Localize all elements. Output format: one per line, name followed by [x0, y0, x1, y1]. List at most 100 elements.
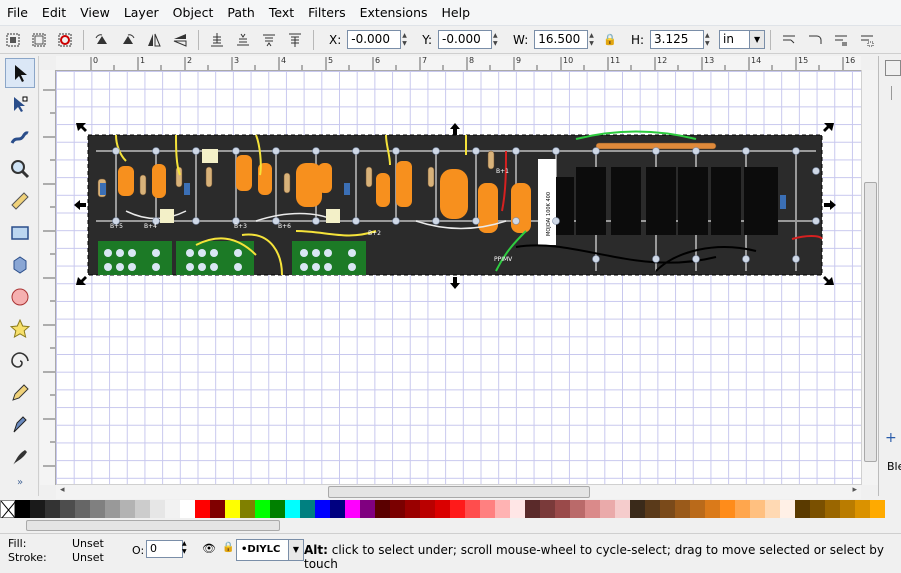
- color-swatch[interactable]: [75, 500, 90, 518]
- chevron-down-icon[interactable]: ▼: [288, 540, 303, 560]
- rotate-ccw-icon[interactable]: [91, 29, 113, 51]
- color-swatch[interactable]: [840, 500, 855, 518]
- color-swatch[interactable]: [45, 500, 60, 518]
- more-tools-icon[interactable]: »: [5, 474, 35, 490]
- color-swatch[interactable]: [315, 500, 330, 518]
- tweak-tool-icon[interactable]: [5, 122, 35, 152]
- color-swatch[interactable]: [525, 500, 540, 518]
- menu-object[interactable]: Object: [166, 0, 221, 25]
- color-swatch[interactable]: [540, 500, 555, 518]
- color-swatch[interactable]: [330, 500, 345, 518]
- color-swatch[interactable]: [585, 500, 600, 518]
- color-swatch[interactable]: [705, 500, 720, 518]
- menu-view[interactable]: View: [73, 0, 117, 25]
- color-swatch[interactable]: [480, 500, 495, 518]
- color-swatch[interactable]: [810, 500, 825, 518]
- color-swatch[interactable]: [435, 500, 450, 518]
- h-spinner[interactable]: ▲ ▼: [705, 30, 715, 49]
- color-swatch[interactable]: [120, 500, 135, 518]
- spin-up-icon[interactable]: ▲: [493, 32, 503, 40]
- opacity-spinner[interactable]: ▲ ▼: [182, 540, 187, 556]
- calligraphy-tool-icon[interactable]: [5, 442, 35, 472]
- spin-down-icon[interactable]: ▼: [402, 40, 412, 48]
- y-input[interactable]: -0.000: [438, 30, 493, 49]
- color-swatch[interactable]: [90, 500, 105, 518]
- color-swatch[interactable]: [660, 500, 675, 518]
- spin-up-icon[interactable]: ▲: [402, 32, 412, 40]
- y-spinner[interactable]: ▲ ▼: [493, 30, 503, 49]
- color-swatch[interactable]: [405, 500, 420, 518]
- pencil-tool-icon[interactable]: [5, 378, 35, 408]
- measure-tool-icon[interactable]: [5, 186, 35, 216]
- color-swatch[interactable]: [165, 500, 180, 518]
- color-palette[interactable]: [0, 500, 901, 519]
- flip-vertical-icon[interactable]: [169, 29, 191, 51]
- scroll-left-icon[interactable]: ◂: [60, 485, 65, 495]
- color-swatch[interactable]: [465, 500, 480, 518]
- scale-corners-icon[interactable]: [804, 29, 826, 51]
- color-swatch[interactable]: [825, 500, 840, 518]
- transform-gradients-icon[interactable]: [830, 29, 852, 51]
- color-swatch[interactable]: [690, 500, 705, 518]
- lower-icon[interactable]: [232, 29, 254, 51]
- select-all-layers-icon[interactable]: [28, 29, 50, 51]
- deselect-icon[interactable]: [54, 29, 76, 51]
- palette-scrollbar[interactable]: [0, 518, 901, 532]
- spin-up-icon[interactable]: ▲: [705, 32, 715, 40]
- color-swatch[interactable]: [255, 500, 270, 518]
- opacity-input[interactable]: 0: [146, 540, 183, 558]
- lower-to-bottom-icon[interactable]: [206, 29, 228, 51]
- lock-ratio-icon[interactable]: 🔒: [603, 33, 617, 46]
- menu-path[interactable]: Path: [220, 0, 261, 25]
- color-swatch[interactable]: [225, 500, 240, 518]
- spiral-tool-icon[interactable]: [5, 346, 35, 376]
- color-swatch[interactable]: [795, 500, 810, 518]
- rotate-cw-icon[interactable]: [117, 29, 139, 51]
- stroke-value[interactable]: Unset: [72, 551, 104, 564]
- chevron-down-icon[interactable]: ▼: [749, 31, 765, 48]
- color-swatch[interactable]: [870, 500, 885, 518]
- palette-scroll-thumb[interactable]: [26, 520, 280, 531]
- color-swatch[interactable]: [420, 500, 435, 518]
- x-spinner[interactable]: ▲ ▼: [402, 30, 412, 49]
- spin-up-icon[interactable]: ▲: [589, 32, 599, 40]
- fill-value[interactable]: Unset: [72, 537, 104, 550]
- color-swatch[interactable]: [300, 500, 315, 518]
- circuit-board-drawing[interactable]: B+5 B+4 B+3 B+6 B+2 B+1 PPIMV MOJOAI 100…: [56, 71, 861, 484]
- color-swatch[interactable]: [60, 500, 75, 518]
- color-swatch[interactable]: [180, 500, 195, 518]
- w-input[interactable]: 16.500: [534, 30, 589, 49]
- color-swatch[interactable]: [15, 500, 30, 518]
- star-tool-icon[interactable]: [5, 314, 35, 344]
- color-swatch[interactable]: [630, 500, 645, 518]
- color-swatch[interactable]: [555, 500, 570, 518]
- menu-extensions[interactable]: Extensions: [353, 0, 435, 25]
- color-swatch[interactable]: [450, 500, 465, 518]
- menu-layer[interactable]: Layer: [117, 0, 166, 25]
- color-swatch[interactable]: [570, 500, 585, 518]
- menu-file[interactable]: File: [0, 0, 35, 25]
- color-swatch[interactable]: [195, 500, 210, 518]
- drawing-canvas[interactable]: B+5 B+4 B+3 B+6 B+2 B+1 PPIMV MOJOAI 100…: [56, 71, 861, 484]
- no-paint-swatch[interactable]: [0, 500, 16, 519]
- color-swatch[interactable]: [780, 500, 795, 518]
- menu-filters[interactable]: Filters: [301, 0, 352, 25]
- pen-tool-icon[interactable]: [5, 410, 35, 440]
- zoom-tool-icon[interactable]: [5, 154, 35, 184]
- unit-select[interactable]: in ▼: [719, 30, 766, 49]
- spin-down-icon[interactable]: ▼: [493, 40, 503, 48]
- vertical-scrollbar[interactable]: [861, 70, 878, 485]
- transform-patterns-icon[interactable]: [856, 29, 878, 51]
- horizontal-scrollbar[interactable]: ◂ ▸: [56, 484, 861, 499]
- color-swatch[interactable]: [105, 500, 120, 518]
- color-swatch[interactable]: [750, 500, 765, 518]
- color-swatch[interactable]: [510, 500, 525, 518]
- color-swatch[interactable]: [645, 500, 660, 518]
- color-swatch[interactable]: [720, 500, 735, 518]
- add-icon[interactable]: +: [885, 430, 897, 446]
- spin-down-icon[interactable]: ▼: [589, 40, 599, 48]
- select-all-icon[interactable]: [2, 29, 24, 51]
- h-input[interactable]: 3.125: [650, 30, 705, 49]
- flip-horizontal-icon[interactable]: [143, 29, 165, 51]
- color-swatch[interactable]: [675, 500, 690, 518]
